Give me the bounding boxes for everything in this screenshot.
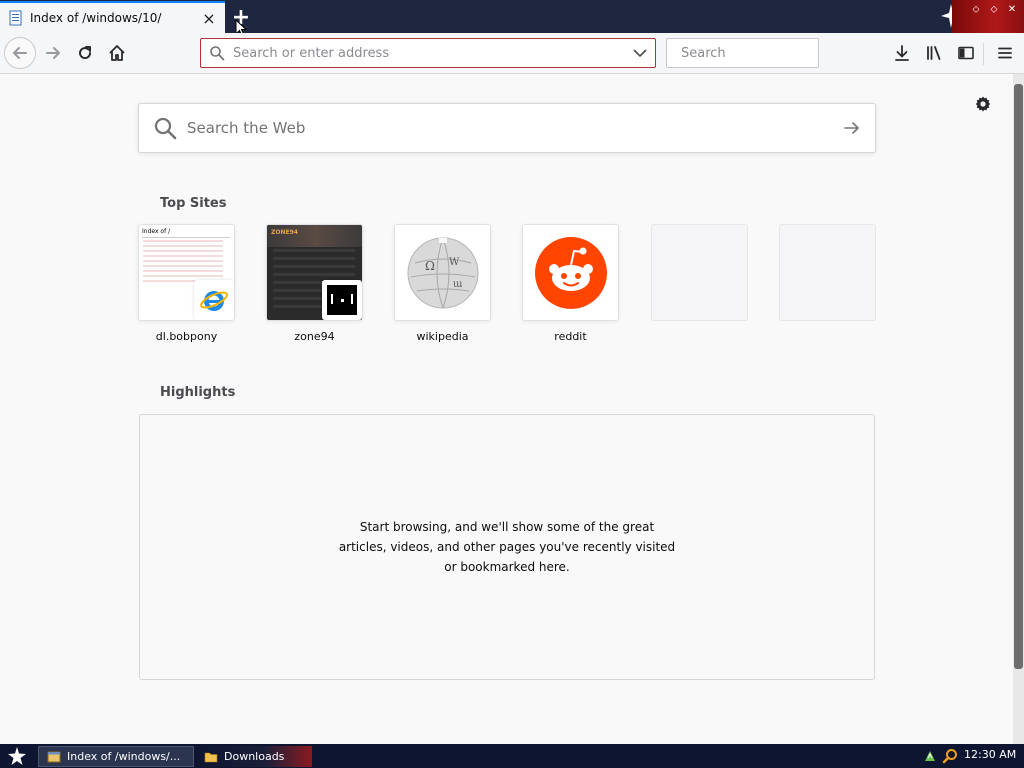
start-button[interactable] <box>0 744 34 768</box>
forward-button[interactable] <box>37 37 69 69</box>
web-search-input[interactable] <box>187 119 843 137</box>
taskbar-item-browser[interactable]: Index of /windows/... <box>38 746 194 767</box>
top-sites-grid: Index of / dl.bobpony ZONE94 zone94 Ω W … <box>138 224 878 354</box>
forward-arrow-icon <box>46 47 60 59</box>
wikipedia-globe-icon: Ω W ɯ <box>407 237 478 308</box>
search-input[interactable] <box>681 45 851 61</box>
star-icon <box>8 747 26 765</box>
menu-button[interactable] <box>989 37 1021 69</box>
site-badge <box>194 280 234 320</box>
site-thumbnail: ZONE94 <box>266 224 363 321</box>
top-site-tile[interactable]: Ω W ɯ wikipedia <box>394 224 491 343</box>
sidebar-icon <box>958 46 974 60</box>
magnifier-icon[interactable] <box>942 748 958 764</box>
window-controls: ⬦ ⬦ ✕ <box>952 0 1024 33</box>
web-search-box[interactable] <box>138 103 876 153</box>
address-input[interactable] <box>233 45 633 61</box>
gear-icon[interactable] <box>974 95 992 113</box>
scrollbar-thumb[interactable] <box>1014 84 1023 669</box>
top-site-label: dl.bobpony <box>155 330 218 343</box>
thumbnail-heading: Index of / <box>142 228 171 235</box>
top-site-tile[interactable]: ZONE94 zone94 <box>266 224 363 343</box>
thumbnail-heading: ZONE94 <box>271 229 298 236</box>
back-button[interactable] <box>4 37 36 69</box>
system-tray <box>922 747 958 765</box>
navigation-toolbar <box>0 33 1024 74</box>
library-button[interactable] <box>918 37 950 69</box>
search-icon <box>154 117 177 140</box>
search-bar[interactable] <box>666 38 851 68</box>
svg-text:ɯ: ɯ <box>453 279 463 290</box>
document-icon <box>9 10 22 26</box>
chevron-down-icon[interactable] <box>633 48 647 58</box>
taskbar-item-label: Downloads <box>224 750 285 763</box>
search-icon <box>210 46 225 61</box>
highlights-empty-message: Start browsing, and we'll show some of t… <box>338 520 676 574</box>
library-icon <box>927 46 941 60</box>
reload-icon <box>79 46 92 60</box>
site-thumbnail <box>522 224 619 321</box>
site-thumbnail: Ω W ɯ <box>394 224 491 321</box>
top-site-tile[interactable]: reddit <box>522 224 619 343</box>
top-site-placeholder <box>651 224 748 330</box>
top-site-placeholder <box>779 224 876 330</box>
sidebar-button[interactable] <box>950 37 982 69</box>
site-thumbnail-empty <box>779 224 876 321</box>
address-bar[interactable] <box>200 38 656 68</box>
site-thumbnail-empty <box>651 224 748 321</box>
tab-title: Index of /windows/10/ <box>30 11 162 25</box>
highlights-heading: Highlights <box>160 385 236 400</box>
hamburger-menu-icon <box>998 47 1012 59</box>
reload-button[interactable] <box>69 37 101 69</box>
internet-explorer-icon <box>200 291 228 311</box>
network-icon[interactable] <box>922 748 938 764</box>
site-badge <box>322 280 362 320</box>
maximize-button[interactable]: ⬦ <box>988 4 1000 16</box>
pong-game-icon <box>327 285 357 315</box>
taskbar: Index of /windows/... Downloads 12:30 AM <box>0 744 1024 768</box>
svg-text:Ω: Ω <box>425 259 435 273</box>
home-button[interactable] <box>101 37 133 69</box>
taskbar-item-downloads[interactable]: Downloads <box>196 746 312 767</box>
scrollbar[interactable] <box>1013 74 1024 744</box>
tab-close-button[interactable]: × <box>201 9 217 28</box>
folder-icon <box>204 752 218 762</box>
arrow-right-icon[interactable] <box>843 119 861 137</box>
top-site-tile[interactable]: Index of / dl.bobpony <box>138 224 235 343</box>
reddit-logo-icon <box>534 236 607 309</box>
new-tab-page: Top Sites Index of / dl.bobpony <box>0 74 1013 744</box>
toolbar-separator <box>983 43 984 65</box>
highlights-panel: Start browsing, and we'll show some of t… <box>139 414 875 680</box>
downloads-button[interactable] <box>886 37 918 69</box>
taskbar-item-label: Index of /windows/... <box>67 750 181 763</box>
browser-window-icon <box>47 751 61 762</box>
download-icon <box>895 45 909 61</box>
tab-active[interactable]: Index of /windows/10/ × <box>0 1 225 33</box>
top-sites-heading: Top Sites <box>160 196 227 211</box>
minimize-button[interactable]: ⬦ <box>970 4 982 16</box>
svg-text:W: W <box>449 257 460 268</box>
top-site-label: zone94 <box>294 330 335 343</box>
back-arrow-icon <box>13 47 27 59</box>
tab-bar: Index of /windows/10/ × + ⬦ ⬦ ✕ <box>0 0 1024 37</box>
top-site-label: reddit <box>554 330 587 343</box>
clock[interactable]: 12:30 AM <box>964 748 1016 761</box>
site-thumbnail: Index of / <box>138 224 235 321</box>
home-icon <box>109 45 125 61</box>
top-site-label: wikipedia <box>416 330 469 343</box>
close-window-button[interactable]: ✕ <box>1006 4 1018 16</box>
